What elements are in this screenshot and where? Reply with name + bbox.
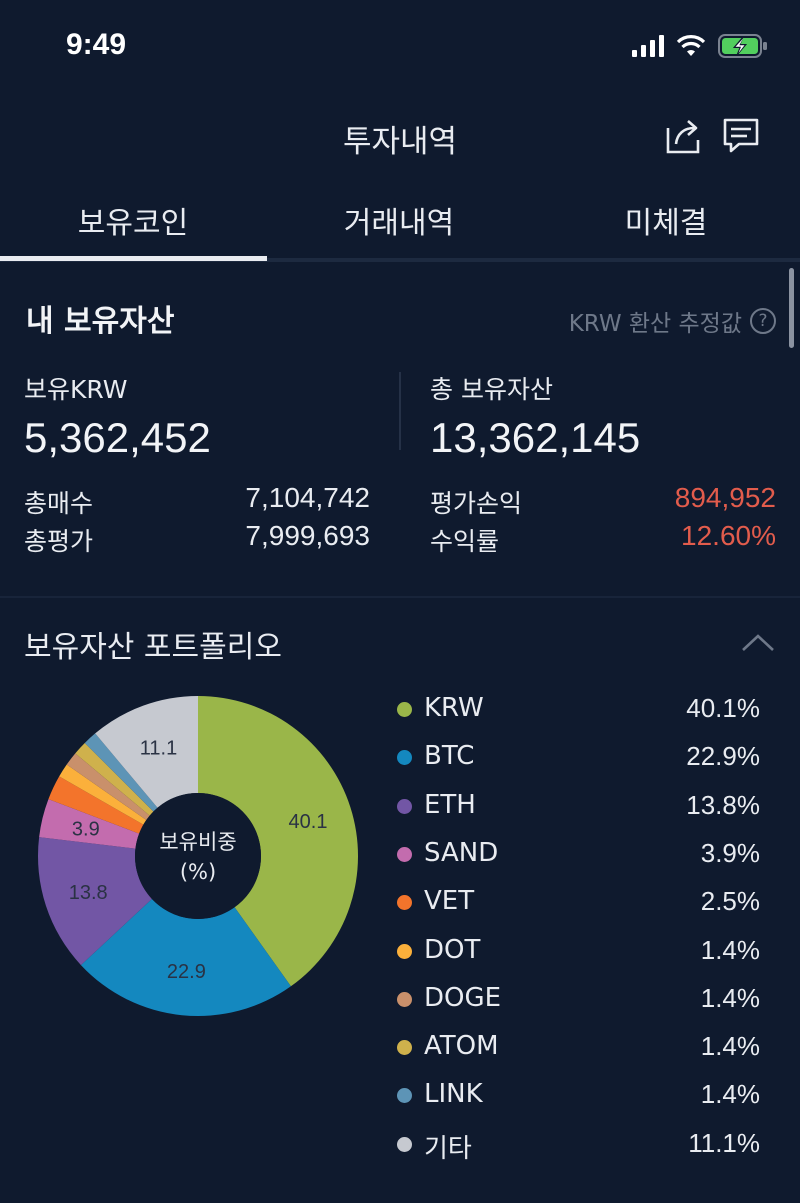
legend-color-dot bbox=[397, 991, 412, 1007]
return-rate-value: 12.60% bbox=[681, 520, 776, 551]
tab-active-indicator bbox=[0, 256, 267, 261]
tab-open-orders[interactable]: 미체결 bbox=[533, 198, 799, 242]
pie-center-line2: (%) bbox=[179, 860, 217, 884]
legend-name: SAND bbox=[424, 837, 499, 868]
legend-percent: 1.4% bbox=[700, 982, 760, 1013]
return-label: 수익률 bbox=[430, 527, 500, 556]
portfolio-section: 보유자산 포트폴리오 40.1 22.9 13.8 3.9 11.1 보유비중 (%) … bbox=[0, 600, 800, 1203]
total-eval-label: 총평가 bbox=[24, 527, 94, 556]
my-assets-title: 내 보유자산 bbox=[26, 304, 175, 339]
wifi-icon bbox=[676, 35, 706, 56]
battery-charging-icon bbox=[718, 34, 767, 58]
legend-item: 기타 11.1% bbox=[388, 1125, 768, 1165]
legend-percent: 13.8% bbox=[686, 789, 760, 820]
total-assets-value: 13,362,145 bbox=[430, 414, 641, 461]
legend-percent: 22.9% bbox=[686, 741, 760, 772]
legend-item: ETH 13.8% bbox=[388, 787, 768, 827]
legend-name: LINK bbox=[424, 1079, 483, 1110]
held-krw-label: 보유KRW bbox=[24, 375, 128, 404]
pie-slice-label-sand: 3.9 bbox=[72, 818, 100, 840]
legend-item: DOGE 1.4% bbox=[388, 980, 768, 1020]
legend-color-dot bbox=[397, 750, 412, 766]
legend-name: KRW bbox=[424, 693, 484, 723]
legend-color-dot bbox=[397, 798, 412, 814]
pie-slice-label-eth: 13.8 bbox=[69, 882, 108, 904]
legend-color-dot bbox=[397, 846, 412, 862]
tab-trade-history[interactable]: 거래내역 bbox=[266, 198, 532, 242]
legend-percent: 1.4% bbox=[700, 1079, 760, 1110]
legend-name: VET bbox=[424, 886, 475, 917]
legend-color-dot bbox=[397, 702, 412, 717]
legend-percent: 2.5% bbox=[700, 886, 760, 917]
portfolio-pie-chart: 40.1 22.9 13.8 3.9 11.1 보유비중 (%) bbox=[0, 670, 400, 1030]
legend-item: ATOM 1.4% bbox=[388, 1028, 768, 1068]
total-eval-value: 7,999,693 bbox=[245, 520, 370, 551]
pnl-label: 평가손익 bbox=[430, 489, 523, 518]
legend-percent: 11.1% bbox=[688, 1127, 760, 1158]
pie-slice-label-기타: 11.1 bbox=[140, 737, 177, 759]
legend-item: DOT 1.4% bbox=[388, 932, 768, 972]
status-icons bbox=[632, 34, 768, 58]
legend-percent: 1.4% bbox=[700, 934, 760, 965]
my-assets-section: 내 보유자산 KRW 환산 추정값 ? 보유KRW 5,362,452 총 보유… bbox=[0, 262, 800, 598]
legend-percent: 3.9% bbox=[700, 837, 760, 868]
legend-percent: 1.4% bbox=[700, 1031, 760, 1062]
portfolio-title: 보유자산 포트폴리오 bbox=[24, 630, 282, 665]
legend-item: KRW 40.1% bbox=[388, 690, 768, 730]
collapse-button[interactable] bbox=[738, 628, 778, 658]
share-button[interactable] bbox=[664, 116, 704, 156]
pie-center-line1: 보유비중 bbox=[159, 830, 237, 854]
legend-name: BTC bbox=[424, 741, 475, 772]
legend-name: ETH bbox=[424, 789, 476, 820]
tab-bar: 보유코인 거래내역 미체결 bbox=[0, 186, 800, 262]
pnl-value: 894,952 bbox=[674, 482, 776, 513]
legend-name: DOT bbox=[424, 934, 481, 965]
status-bar: 9:49 bbox=[0, 0, 800, 96]
legend-item: SAND 3.9% bbox=[388, 835, 768, 875]
legend-name: ATOM bbox=[424, 1031, 499, 1062]
legend-percent: 40.1% bbox=[686, 693, 760, 723]
legend-color-dot bbox=[397, 1088, 412, 1104]
legend-item: LINK 1.4% bbox=[388, 1076, 768, 1116]
legend-name: 기타 bbox=[424, 1133, 472, 1164]
total-buy-label: 총매수 bbox=[24, 489, 94, 518]
cellular-signal-icon bbox=[632, 35, 664, 57]
legend-color-dot bbox=[397, 1040, 412, 1056]
column-divider bbox=[399, 372, 401, 450]
legend-item: VET 2.5% bbox=[388, 883, 768, 923]
legend-item: BTC 22.9% bbox=[388, 738, 768, 778]
share-icon bbox=[666, 120, 700, 154]
held-krw-value: 5,362,452 bbox=[24, 414, 211, 461]
pie-center-label: 보유비중 (%) bbox=[135, 794, 261, 920]
legend-color-dot bbox=[397, 895, 412, 911]
chevron-up-icon bbox=[742, 634, 774, 651]
krw-estimate-note[interactable]: KRW 환산 추정값 ? bbox=[569, 304, 776, 338]
legend-color-dot bbox=[397, 943, 412, 959]
total-assets-label: 총 보유자산 bbox=[430, 375, 553, 404]
legend-color-dot bbox=[397, 1136, 412, 1152]
pie-slice-label-krw: 40.1 bbox=[289, 811, 328, 833]
status-time: 9:49 bbox=[66, 28, 127, 61]
legend-name: DOGE bbox=[424, 982, 502, 1013]
pie-slice-label-btc: 22.9 bbox=[167, 961, 206, 983]
chat-button[interactable] bbox=[721, 116, 761, 156]
message-icon bbox=[723, 118, 759, 153]
tab-held-coins[interactable]: 보유코인 bbox=[0, 198, 266, 242]
help-icon[interactable]: ? bbox=[750, 308, 776, 334]
total-buy-value: 7,104,742 bbox=[245, 482, 370, 513]
krw-estimate-label: KRW 환산 추정값 bbox=[568, 311, 742, 337]
